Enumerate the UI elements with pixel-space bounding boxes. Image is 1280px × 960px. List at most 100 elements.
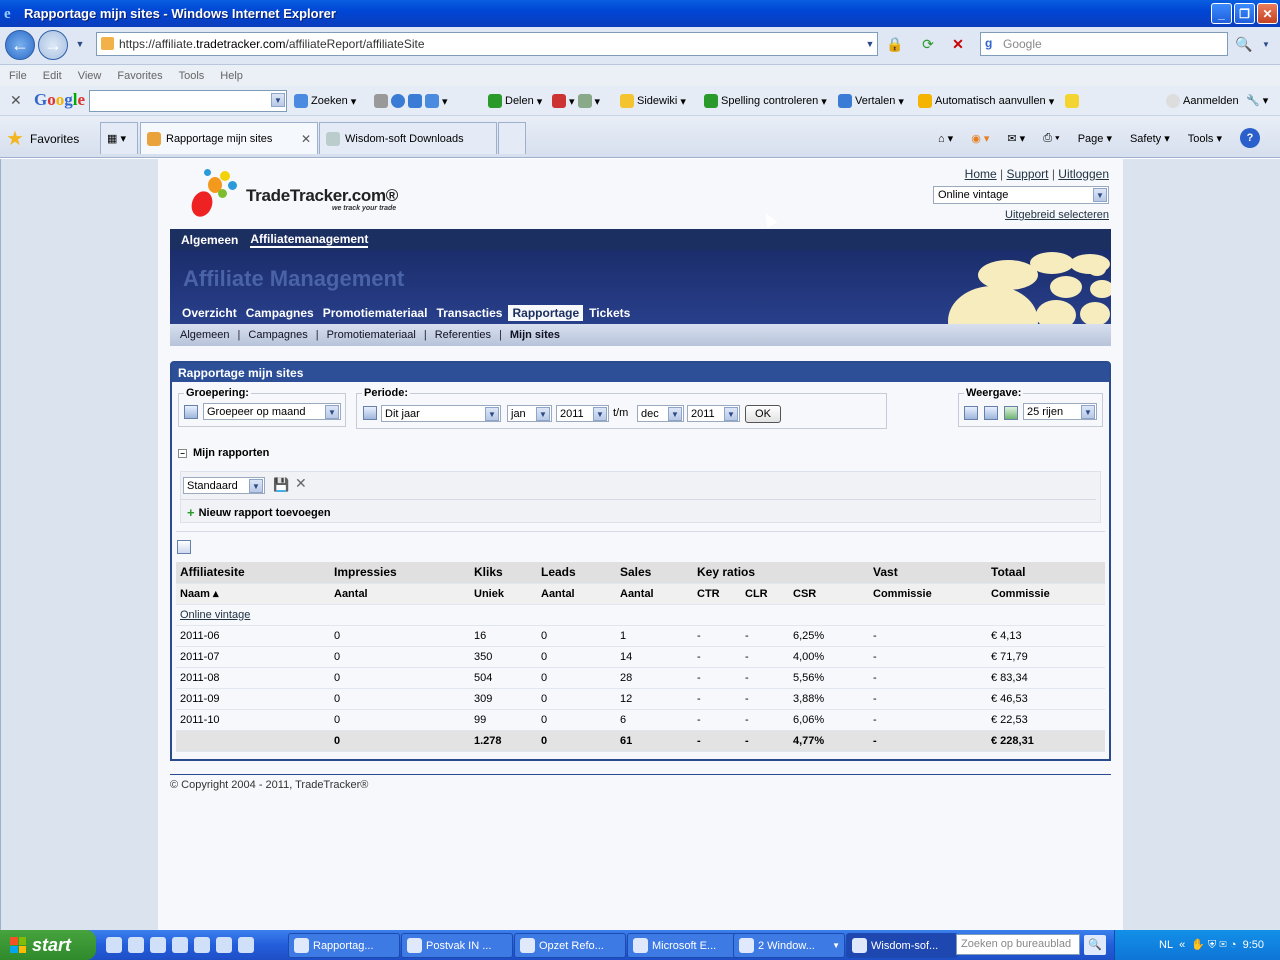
- safety-menu[interactable]: Safety ▾: [1130, 132, 1170, 145]
- stop-icon[interactable]: ✕: [946, 32, 970, 56]
- subnav-mijn-sites[interactable]: Mijn sites: [510, 329, 560, 341]
- quicklaunch-icon[interactable]: [172, 937, 188, 953]
- table-view-icon[interactable]: [984, 406, 998, 420]
- address-dropdown[interactable]: ▼: [858, 32, 882, 56]
- nav-rapportage[interactable]: Rapportage: [508, 305, 584, 321]
- subnav-referenties[interactable]: Referenties: [435, 329, 491, 341]
- site-select[interactable]: Online vintage ▼: [933, 186, 1109, 204]
- ok-button[interactable]: OK: [745, 405, 781, 423]
- refresh-icon[interactable]: ⟳: [916, 32, 940, 56]
- quicklaunch-icon[interactable]: [238, 937, 254, 953]
- subnav-promotiemateriaal[interactable]: Promotiemateriaal: [327, 329, 416, 341]
- nav-transacties[interactable]: Transacties: [433, 305, 505, 321]
- menu-help[interactable]: Help: [220, 70, 243, 82]
- sub-aantal-sales[interactable]: Aantal: [616, 583, 693, 605]
- aanmelden-button[interactable]: Aanmelden: [1166, 94, 1239, 108]
- taskbar-button-windows-group[interactable]: 2 Window... ▼: [733, 933, 845, 958]
- to-year-select[interactable]: 2011 ▼: [687, 405, 740, 422]
- tray-icons[interactable]: ✋ ⛨ ✉ ◔: [1191, 938, 1236, 952]
- address-input[interactable]: https://affiliate.tradetracker.com/affil…: [96, 32, 878, 56]
- tray-expand-icon[interactable]: «: [1179, 939, 1185, 951]
- print-icon[interactable]: ⎙ ▾: [1043, 132, 1059, 145]
- tab-close-icon[interactable]: ✕: [301, 132, 311, 146]
- quick-tabs-button[interactable]: ▦ ▾: [100, 122, 138, 154]
- wrench-icon[interactable]: 🔧 ▾: [1246, 94, 1268, 107]
- from-month-select[interactable]: jan ▼: [507, 405, 552, 422]
- menu-view[interactable]: View: [78, 70, 102, 82]
- nav-campagnes[interactable]: Campagnes: [243, 305, 317, 321]
- mijn-rapporten-toggle[interactable]: − Mijn rapporten: [178, 447, 269, 459]
- rows-select[interactable]: 25 rijen ▼: [1023, 403, 1097, 420]
- taskbar-button-postvak[interactable]: Postvak IN ...: [401, 933, 513, 958]
- home-link[interactable]: Home: [965, 167, 997, 181]
- topnav-algemeen[interactable]: Algemeen: [181, 233, 238, 247]
- logout-link[interactable]: Uitloggen: [1058, 167, 1109, 181]
- search-input[interactable]: g Google: [980, 32, 1228, 56]
- close-button[interactable]: ✕: [1257, 3, 1278, 24]
- tab-wisdom-soft[interactable]: Wisdom-soft Downloads: [319, 122, 497, 154]
- tradetracker-logo[interactable]: TradeTracker.com® we track your trade: [188, 169, 410, 221]
- nav-promotiemateriaal[interactable]: Promotiemateriaal: [320, 305, 431, 321]
- sidewiki-button[interactable]: Sidewiki ▾: [620, 94, 686, 108]
- subnav-algemeen[interactable]: Algemeen: [180, 329, 230, 341]
- standaard-select[interactable]: Standaard ▼: [183, 477, 265, 494]
- toolbar-close-icon[interactable]: ✕: [10, 92, 22, 109]
- sub-aantal-impressies[interactable]: Aantal: [330, 583, 470, 605]
- taskbar-button-opzet[interactable]: Opzet Refo...: [514, 933, 626, 958]
- group-online-vintage-link[interactable]: Online vintage: [180, 609, 250, 621]
- search-tools-icons[interactable]: ▾: [374, 94, 448, 108]
- desktop-search-input[interactable]: Zoeken op bureaublad: [956, 934, 1080, 955]
- delen-button[interactable]: Delen ▾: [488, 94, 542, 108]
- spelling-button[interactable]: Spelling controleren ▾: [704, 94, 827, 108]
- subnav-campagnes[interactable]: Campagnes: [248, 329, 307, 341]
- search-button-icon[interactable]: 🔍: [1232, 32, 1256, 56]
- search-options-dropdown[interactable]: ▼: [1254, 32, 1278, 56]
- blog-icons[interactable]: ▾ ▾: [552, 94, 600, 108]
- sub-csr[interactable]: CSR: [789, 583, 869, 605]
- quicklaunch-icon[interactable]: [194, 937, 210, 953]
- sub-uniek[interactable]: Uniek: [470, 583, 537, 605]
- minimize-button[interactable]: _: [1211, 3, 1232, 24]
- taskbar-button-wisdom[interactable]: Wisdom-sof...: [846, 933, 958, 958]
- start-button[interactable]: start: [0, 930, 96, 960]
- to-month-select[interactable]: dec ▼: [637, 405, 684, 422]
- quicklaunch-icon[interactable]: [216, 937, 232, 953]
- quicklaunch-icon[interactable]: [106, 937, 122, 953]
- help-icon[interactable]: ?: [1240, 128, 1260, 148]
- favorites-button[interactable]: ★ Favorites: [6, 126, 79, 151]
- quicklaunch-icon[interactable]: [128, 937, 144, 953]
- sub-ctr[interactable]: CTR: [693, 583, 741, 605]
- new-tab-button[interactable]: [498, 122, 526, 154]
- desktop-search-icon[interactable]: 🔍: [1084, 935, 1106, 955]
- language-indicator[interactable]: NL: [1159, 939, 1173, 951]
- maximize-button[interactable]: ❐: [1234, 3, 1255, 24]
- vertalen-button[interactable]: Vertalen ▾: [838, 94, 904, 108]
- excel-export-icon[interactable]: [1004, 406, 1018, 420]
- groepering-select[interactable]: Groepeer op maand ▼: [203, 403, 341, 420]
- page-menu[interactable]: Page ▾: [1078, 132, 1112, 145]
- window-titlebar[interactable]: e Rapportage mijn sites - Windows Intern…: [0, 0, 1280, 27]
- back-button[interactable]: ←: [5, 30, 35, 60]
- sub-aantal-leads[interactable]: Aantal: [537, 583, 616, 605]
- chart-view-icon[interactable]: [964, 406, 978, 420]
- sort-naam[interactable]: Naam ▴: [176, 583, 330, 605]
- from-year-select[interactable]: 2011 ▼: [556, 405, 609, 422]
- menu-tools[interactable]: Tools: [179, 70, 205, 82]
- google-search-box[interactable]: ▼: [89, 90, 287, 112]
- quicklaunch-icon[interactable]: [150, 937, 166, 953]
- nieuw-rapport-link[interactable]: + Nieuw rapport toevoegen: [187, 505, 331, 520]
- feeds-icon[interactable]: ◉ ▾: [971, 132, 989, 145]
- nav-overzicht[interactable]: Overzicht: [179, 305, 240, 321]
- mail-icon[interactable]: ✉ ▾: [1007, 132, 1025, 145]
- menu-edit[interactable]: Edit: [43, 70, 62, 82]
- taskbar-button-microsoft[interactable]: Microsoft E...: [627, 933, 739, 958]
- lock-icon[interactable]: 🔒: [883, 32, 907, 56]
- topnav-affiliatemanagement[interactable]: Affiliatemanagement: [250, 232, 369, 248]
- zoeken-button[interactable]: Zoeken ▾: [294, 94, 356, 108]
- autofill-button[interactable]: Automatisch aanvullen ▾: [918, 94, 1080, 108]
- menu-file[interactable]: File: [9, 70, 27, 82]
- sub-clr[interactable]: CLR: [741, 583, 789, 605]
- support-link[interactable]: Support: [1006, 167, 1048, 181]
- delete-icon[interactable]: ✕: [295, 475, 307, 492]
- sub-commissie-vast[interactable]: Commissie: [869, 583, 987, 605]
